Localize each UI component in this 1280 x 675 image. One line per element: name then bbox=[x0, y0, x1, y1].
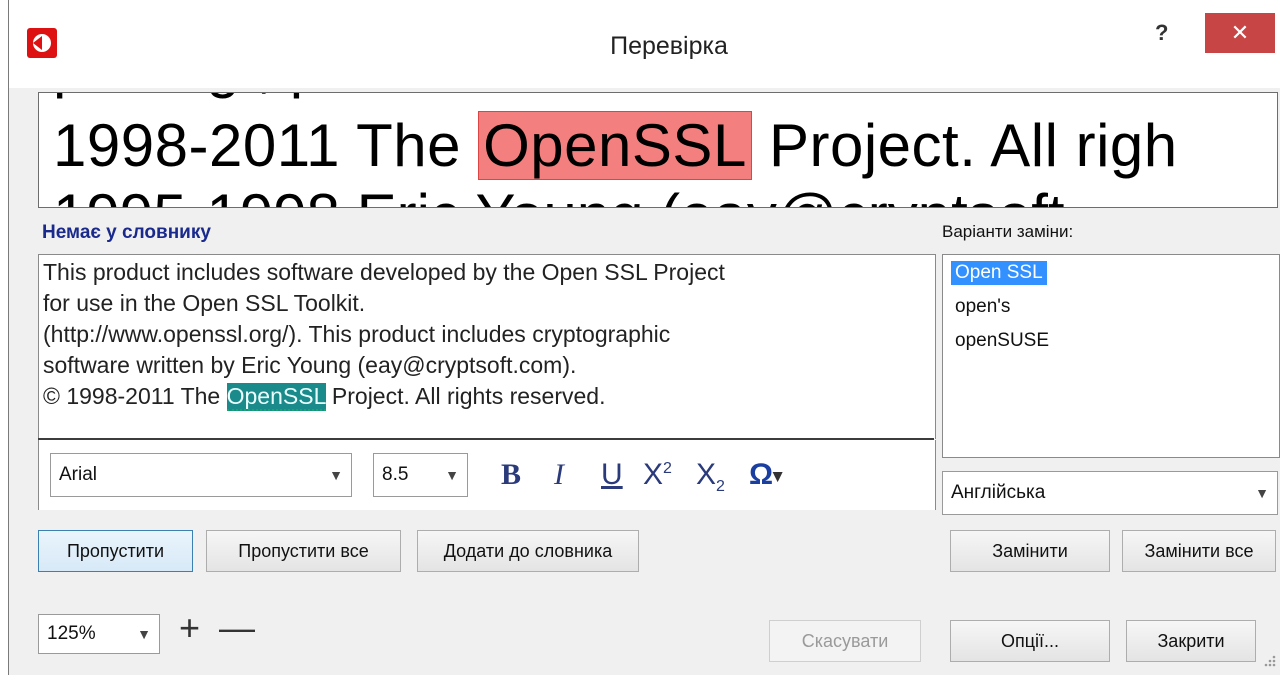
editor-line: (http://www.openssl.org/). This product … bbox=[43, 321, 671, 347]
title-bar: Перевірка ? ✕ bbox=[9, 0, 1280, 88]
editor-line: for use in the Open SSL Toolkit. bbox=[43, 290, 366, 316]
chevron-down-icon: ▾ bbox=[773, 465, 783, 486]
subscript-button[interactable]: X2 bbox=[696, 458, 725, 496]
chevron-down-icon: ▼ bbox=[445, 467, 459, 483]
text-editor[interactable]: This product includes software developed… bbox=[38, 254, 936, 439]
zoom-in-button[interactable]: + bbox=[179, 610, 200, 646]
font-size-value: 8.5 bbox=[382, 464, 409, 485]
chevron-down-icon: ▼ bbox=[329, 467, 343, 483]
zoom-value: 125% bbox=[47, 623, 96, 644]
preview-previous-line: pr c r g , p bbox=[53, 93, 323, 100]
preview-next-line: 1995-1998 Eric Young (eay@cryptsoft bbox=[53, 181, 1065, 207]
options-button[interactable]: Опції... bbox=[950, 620, 1110, 662]
zoom-out-button[interactable]: — bbox=[219, 610, 255, 646]
omega-icon: Ω bbox=[749, 458, 774, 491]
subscript-mark: 2 bbox=[716, 478, 725, 495]
superscript-mark: 2 bbox=[663, 460, 672, 477]
superscript-base: X bbox=[643, 458, 664, 491]
underline-button[interactable]: U bbox=[601, 458, 623, 492]
preview-text-before: 1998-2011 The bbox=[53, 112, 479, 179]
editor-text-after: Project. All rights reserved. bbox=[325, 383, 606, 409]
chevron-down-icon: ▼ bbox=[137, 626, 151, 642]
variant-item[interactable]: Open SSL bbox=[951, 261, 1047, 285]
not-in-dictionary-label: Немає у словнику bbox=[42, 222, 211, 243]
resize-grip-icon[interactable] bbox=[1261, 652, 1277, 668]
close-button[interactable]: Закрити bbox=[1126, 620, 1256, 662]
replace-button[interactable]: Замінити bbox=[950, 530, 1110, 572]
editor-line: software written by Eric Young (eay@cryp… bbox=[43, 352, 577, 378]
window-title: Перевірка bbox=[610, 32, 728, 60]
font-select[interactable]: Arial ▼ bbox=[50, 453, 352, 497]
italic-button[interactable]: I bbox=[554, 458, 564, 492]
language-select[interactable]: Англійська ▼ bbox=[942, 471, 1278, 515]
help-button[interactable]: ? bbox=[1155, 20, 1168, 46]
zoom-select[interactable]: 125% ▼ bbox=[38, 614, 160, 654]
font-select-value: Arial bbox=[59, 464, 98, 485]
skip-button[interactable]: Пропустити bbox=[38, 530, 193, 572]
image-preview: pr c r g , p 1998-2011 The OpenSSL Proje… bbox=[38, 92, 1278, 208]
skip-all-button[interactable]: Пропустити все bbox=[206, 530, 401, 572]
preview-error-word: OpenSSL bbox=[478, 111, 752, 180]
superscript-button[interactable]: X2 bbox=[643, 458, 672, 492]
preview-text-after: Project. All righ bbox=[751, 112, 1178, 179]
cancel-button[interactable]: Скасувати bbox=[769, 620, 921, 662]
editor-text-before: © 1998-2011 The bbox=[43, 383, 227, 409]
preview-current-line: 1998-2011 The OpenSSL Project. All righ bbox=[53, 111, 1178, 180]
language-value: Англійська bbox=[951, 482, 1046, 503]
bold-button[interactable]: B bbox=[501, 458, 521, 492]
variants-label: Варіанти заміни: bbox=[942, 222, 1074, 241]
editor-line: © 1998-2011 The OpenSSL Project. All rig… bbox=[43, 381, 923, 412]
chevron-down-icon: ▼ bbox=[1255, 485, 1269, 501]
replace-all-button[interactable]: Замінити все bbox=[1122, 530, 1276, 572]
font-size-select[interactable]: 8.5 ▼ bbox=[373, 453, 468, 497]
insert-symbol-button[interactable]: Ω▾ bbox=[749, 458, 782, 492]
add-to-dictionary-button[interactable]: Додати до словника bbox=[417, 530, 639, 572]
variant-item[interactable]: openSUSE bbox=[951, 329, 1053, 353]
variant-item[interactable]: open's bbox=[951, 295, 1014, 319]
editor-line: This product includes software developed… bbox=[43, 259, 725, 285]
variants-list[interactable]: Open SSL open's openSUSE bbox=[942, 254, 1280, 458]
spellcheck-dialog: Перевірка ? ✕ pr c r g , p 1998-2011 The… bbox=[8, 0, 1280, 675]
subscript-base: X bbox=[696, 458, 717, 491]
close-window-button[interactable]: ✕ bbox=[1205, 13, 1275, 53]
editor-error-word: OpenSSL bbox=[226, 383, 326, 411]
